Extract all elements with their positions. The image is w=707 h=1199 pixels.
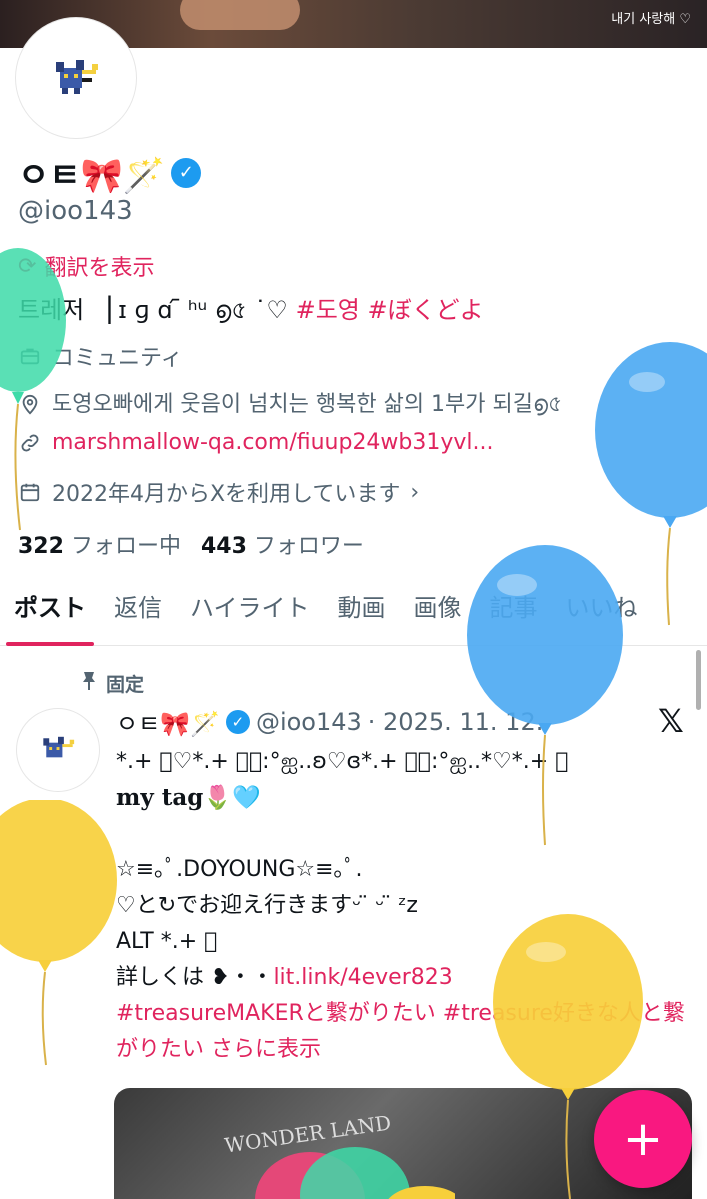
follow-stats: 322 フォロー中 443 フォロワー [18,528,364,560]
verified-badge-icon: ✓ [225,709,250,734]
post-line: ♡と↻でお迎え行きますᵕ ̈ ᵕ ̈ ᶻz [116,893,418,918]
translate-label: 翻訳を表示 [44,256,155,281]
pinned-label: 固定 [106,674,145,696]
profile-bio: 트레저 ▕ ɪ ɡ ɑ ᷇ ʰᵘ ൭৫ ˙♡ #도영 #ぼくどよ [18,290,484,332]
tab-replies[interactable]: 返信 [100,580,176,646]
post-text-prefix: 詳しくは ❥・・ [116,965,274,990]
following-label: フォロー中 [70,534,181,559]
category-label: コミュニティ [52,346,183,371]
bio-hashtag[interactable]: #도영 [296,296,360,324]
calendar-icon [18,480,42,504]
profile-category: コミュニティ [18,340,183,372]
tab-posts[interactable]: ポスト [0,580,100,646]
post-author-name[interactable]: ㅇㅌ🎀🪄 [116,704,220,739]
display-name: ㅇㅌ🎀🪄 [18,156,166,196]
verified-badge-icon[interactable]: ✓ [171,157,202,188]
tab-likes[interactable]: いいね [552,580,652,646]
location-pin-icon [18,393,42,417]
post-line: my tag🌷🩵 [116,784,261,811]
scrollbar[interactable] [696,650,701,710]
tab-articles[interactable]: 記事 [476,580,552,646]
post-author-avatar[interactable] [16,708,100,792]
translate-bio-link[interactable]: ⟳ 翻訳を表示 [18,250,154,282]
link-icon [18,431,42,455]
pinned-indicator: 固定 [80,670,144,697]
joined-text: 2022年4月からXを利用しています [52,482,401,507]
x-logo-icon: 𝕏 [658,702,684,740]
post-hashtags: #treasureMAKERと繋がりたい #treasure好きな人と繋がりたい… [116,996,696,1068]
profile-avatar[interactable] [16,18,136,138]
tab-highlights[interactable]: ハイライト [176,580,324,646]
yellow-balloon [0,800,117,1066]
post-line: 詳しくは ❥・・lit.link/4ever823 [116,960,696,996]
post-date[interactable]: · 2025. 11. 12. [368,708,544,736]
followers-count: 443 [200,534,247,559]
following-stat[interactable]: 322 フォロー中 [18,528,181,560]
profile-handle: @ioo143 [18,196,133,226]
briefcase-icon [18,344,42,368]
profile-joined[interactable]: 2022年4月からXを利用しています › [18,476,419,508]
bio-hashtag[interactable]: #ぼくどよ [368,296,484,324]
followers-label: フォロワー [253,534,364,559]
post-line: ☆≡｡ﾟ.DOYOUNG☆≡｡ﾟ. [116,857,363,882]
banner-photo-detail [180,0,300,30]
post-text: *.+ ゚♡*.+ ゚｡:°ஐ..ʚ♡ɞ*.+ ゚｡:°ஐ..*♡*.+ ゚ m… [116,744,696,1068]
pixel-creature-icon [43,736,75,758]
display-name-row: ㅇㅌ🎀🪄 ✓ [18,148,202,197]
website-link[interactable]: marshmallow-qa.com/fiuup24wb31yvl... [52,430,494,455]
pixel-creature-icon [56,60,98,94]
profile-tabs: ポスト 返信 ハイライト 動画 画像 記事 いいね [0,580,707,646]
media-logo-text: WONDER LAND [223,1110,393,1158]
profile-website[interactable]: marshmallow-qa.com/fiuup24wb31yvl... [18,430,494,455]
location-text: 도영오빠에게 웃음이 넘치는 행복한 삶의 1부가 되길൭৫ [52,392,563,417]
post-author-handle[interactable]: @ioo143 [256,708,362,736]
post-line: ALT *.+ ゚ [116,929,218,954]
tab-images[interactable]: 画像 [400,580,476,646]
tab-videos[interactable]: 動画 [324,580,400,646]
show-more-link[interactable]: さらに表示 [211,1037,321,1062]
post-hashtag[interactable]: #treasureMAKERと繋がりたい [116,1001,436,1026]
pin-icon [80,671,98,696]
following-count: 322 [18,534,64,559]
post-link[interactable]: lit.link/4ever823 [273,965,452,990]
banner-caption: 내기 사랑해 ♡ [611,12,691,27]
translate-icon: ⟳ [18,253,37,279]
post-line: *.+ ゚♡*.+ ゚｡:°ஐ..ʚ♡ɞ*.+ ゚｡:°ஐ..*♡*.+ ゚ [116,749,569,774]
post-header: ㅇㅌ🎀🪄 ✓ @ioo143 · 2025. 11. 12. [116,704,543,739]
chevron-right-icon: › [410,479,420,505]
profile-location: 도영오빠에게 웃음이 넘치는 행복한 삶의 1부가 되길൭৫ [18,386,562,424]
bio-text: 트레저 ▕ ɪ ɡ ɑ ᷇ ʰᵘ ൭৫ ˙♡ [18,296,288,324]
compose-post-button[interactable]: + [594,1090,692,1188]
followers-stat[interactable]: 443 フォロワー [201,528,364,560]
